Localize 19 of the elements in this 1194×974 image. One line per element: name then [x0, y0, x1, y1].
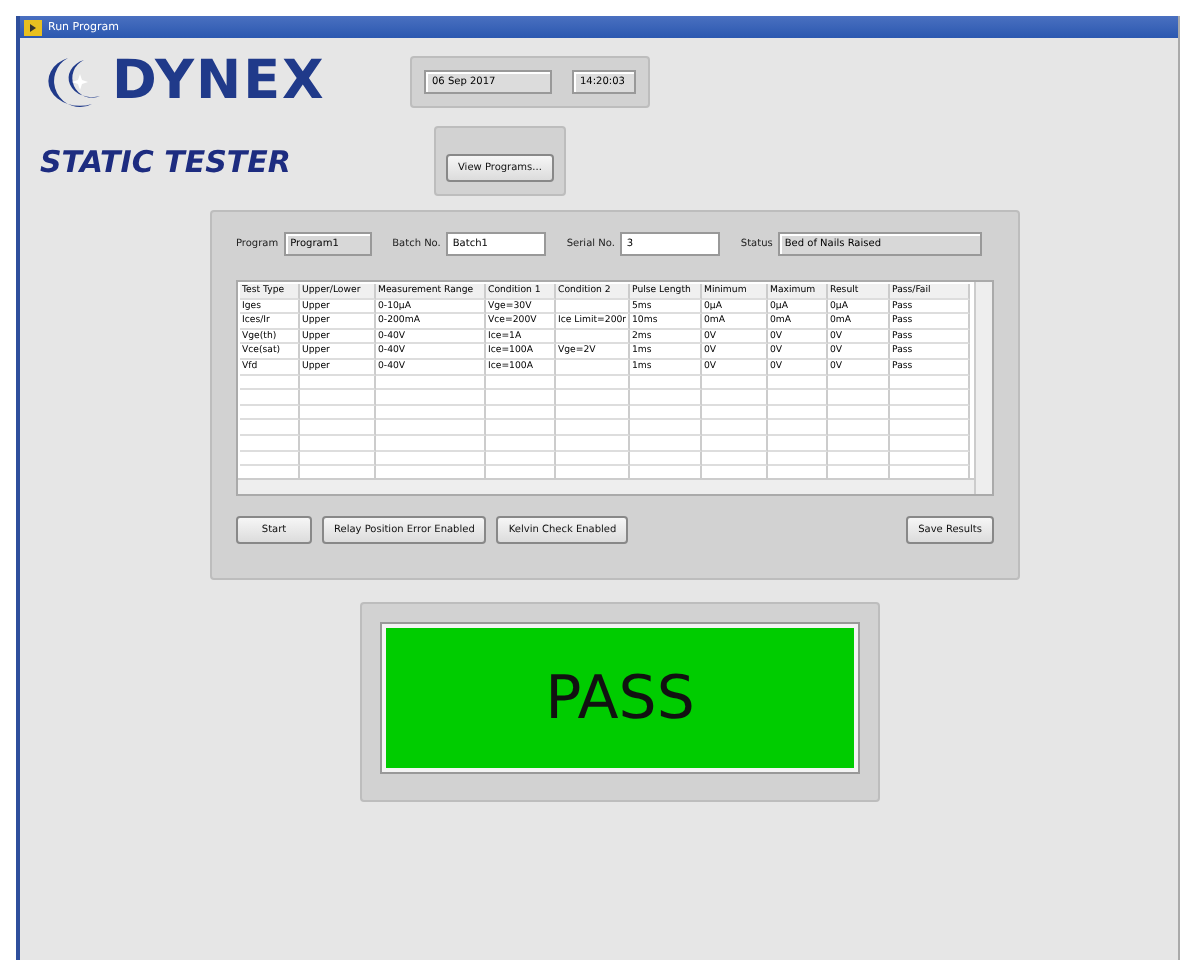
empty-cell — [486, 435, 556, 452]
vertical-scrollbar[interactable] — [974, 282, 992, 494]
empty-cell — [300, 435, 376, 452]
empty-cell — [890, 435, 970, 452]
empty-cell — [702, 435, 768, 452]
app-title: STATIC TESTER — [40, 143, 293, 179]
empty-cell — [768, 435, 828, 452]
empty-cell — [556, 435, 630, 452]
app-icon — [24, 19, 42, 35]
empty-cell — [556, 299, 630, 315]
result-indicator: PASS — [382, 624, 858, 772]
horizontal-scrollbar[interactable] — [238, 478, 974, 494]
empty-cell — [240, 435, 300, 452]
empty-cell — [556, 329, 630, 345]
empty-cell — [556, 359, 630, 376]
logo-text: DYNEX — [112, 54, 326, 110]
empty-cell — [630, 435, 702, 452]
empty-cell — [828, 435, 890, 452]
empty-cell — [376, 435, 486, 452]
